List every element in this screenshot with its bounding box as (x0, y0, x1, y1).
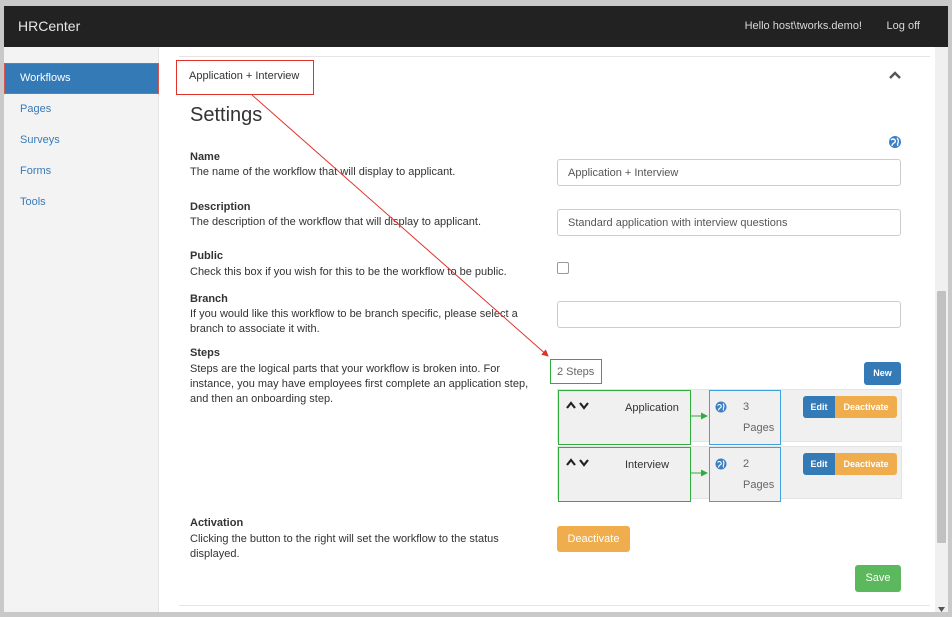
steps-count: 2 Steps (550, 359, 602, 384)
pages-word: Pages (743, 422, 775, 434)
steps-label: Steps (190, 347, 220, 359)
branch-description: If you would like this workflow to be br… (190, 308, 518, 335)
save-button[interactable]: Save (855, 565, 901, 592)
branch-label: Branch (190, 293, 228, 305)
user-greeting[interactable]: Hello host\tworks.demo! (745, 20, 862, 32)
scrollbar-thumb[interactable] (937, 291, 946, 543)
top-navbar: HRCenter Hello host\tworks.demo! Log off (4, 6, 948, 47)
workflow-title[interactable]: Application + Interview (176, 60, 314, 95)
step-name: Interview (625, 459, 670, 471)
globe-icon[interactable] (715, 458, 727, 470)
public-checkbox[interactable] (557, 262, 569, 274)
main-content: Application + Interview Settings Name Th… (159, 47, 935, 612)
step-name-cell: Application (558, 390, 691, 445)
settings-heading: Settings (190, 104, 263, 126)
edit-step-button[interactable]: Edit (803, 396, 835, 418)
reorder-arrows-icon[interactable] (565, 400, 591, 410)
step-pages-cell: 2 Pages (709, 447, 781, 502)
globe-icon[interactable] (888, 135, 902, 149)
steps-description: Steps are the logical parts that your wo… (190, 363, 529, 405)
sidebar: Workflows Pages Surveys Forms Tools (4, 47, 159, 612)
branch-input[interactable] (557, 301, 901, 328)
app-window: HRCenter Hello host\tworks.demo! Log off… (4, 6, 948, 612)
new-step-button[interactable]: New (864, 362, 901, 385)
scrollbar[interactable] (935, 47, 948, 612)
globe-icon[interactable] (715, 401, 727, 413)
deactivate-step-button[interactable]: Deactivate (835, 396, 897, 418)
reorder-arrows-icon[interactable] (565, 457, 591, 467)
deactivate-step-button[interactable]: Deactivate (835, 453, 897, 475)
step-row-application: Application 3 Pages Edit Deactivate (557, 389, 902, 445)
pages-word: Pages (743, 479, 775, 491)
name-input[interactable] (557, 159, 901, 186)
step-name-cell: Interview (558, 447, 691, 502)
sidebar-item-forms[interactable]: Forms (4, 156, 159, 187)
scroll-down-arrow-icon[interactable] (938, 604, 945, 612)
step-row-interview: Interview 2 Pages Edit Deactivate (557, 446, 902, 502)
divider (179, 605, 930, 606)
chevron-up-icon[interactable] (888, 69, 902, 81)
activation-label: Activation (190, 517, 244, 529)
pages-count: 2 (743, 458, 750, 470)
public-label: Public (190, 250, 224, 262)
public-description: Check this box if you wish for this to b… (190, 266, 507, 278)
sidebar-item-surveys[interactable]: Surveys (4, 125, 159, 156)
name-description: The name of the workflow that will displ… (190, 166, 456, 178)
description-label: Description (190, 201, 251, 213)
sidebar-item-pages[interactable]: Pages (4, 94, 159, 125)
deactivate-workflow-button[interactable]: Deactivate (557, 526, 630, 552)
name-label: Name (190, 151, 220, 163)
sidebar-item-workflows[interactable]: Workflows (4, 63, 159, 94)
activation-description: Clicking the button to the right will se… (190, 533, 499, 560)
step-name: Application (625, 402, 679, 414)
divider (179, 56, 930, 57)
description-input[interactable] (557, 209, 901, 236)
brand-logo[interactable]: HRCenter (18, 18, 80, 34)
pages-count: 3 (743, 401, 750, 413)
step-pages-cell: 3 Pages (709, 390, 781, 445)
edit-step-button[interactable]: Edit (803, 453, 835, 475)
description-description: The description of the workflow that wil… (190, 216, 482, 228)
logoff-link[interactable]: Log off (887, 20, 920, 32)
sidebar-item-tools[interactable]: Tools (4, 187, 159, 218)
